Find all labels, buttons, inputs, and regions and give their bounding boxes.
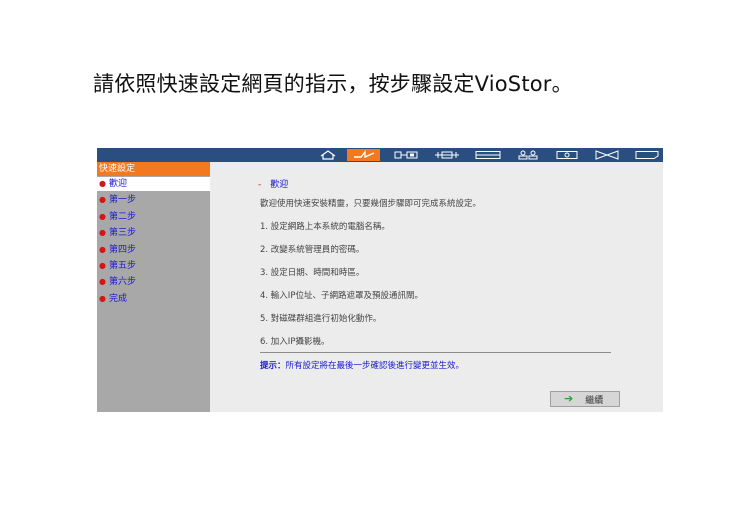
step-line: 5. 對磁碟群組進行初始化動作。 bbox=[260, 314, 382, 324]
tip-text: 提示：所有設定將在最後一步確認後進行變更並生效。 bbox=[260, 359, 464, 371]
step-line: 1. 設定網路上本系統的電腦名稱。 bbox=[260, 222, 390, 232]
sidebar-item-step4[interactable]: ● 第四步 bbox=[97, 243, 210, 257]
sidebar-item-step1[interactable]: ● 第一步 bbox=[97, 193, 210, 207]
bullet-icon: ● bbox=[99, 245, 106, 254]
tip-label: 提示： bbox=[260, 361, 286, 371]
system-settings-icon[interactable] bbox=[392, 149, 422, 161]
bullet-icon: ● bbox=[99, 261, 106, 270]
dash-icon: - bbox=[258, 180, 262, 190]
network-icon[interactable] bbox=[432, 149, 462, 161]
instruction-text: 請依照快速設定網頁的指示，按步驟設定VioStor。 bbox=[93, 72, 573, 96]
bullet-icon: ● bbox=[99, 212, 106, 221]
next-button[interactable]: ➔ 繼續 bbox=[550, 391, 620, 407]
sidebar-item-step5[interactable]: ● 第五步 bbox=[97, 259, 210, 273]
page-title: - 歡迎 bbox=[258, 180, 289, 190]
step-line: 3. 設定日期、時間和時區。 bbox=[260, 268, 365, 278]
step-line: 6. 加入IP攝影機。 bbox=[260, 337, 330, 347]
sidebar-item-welcome[interactable]: ● 歡迎 bbox=[97, 177, 210, 191]
bullet-icon: ● bbox=[99, 195, 106, 204]
viostor-admin-window: 快速設定 ● 歡迎 ● 第一步 ● 第二步 ● 第三步 ● 第四步 ● 第五步 ● 第六步 ●… bbox=[97, 148, 663, 412]
next-label: 繼續 bbox=[585, 395, 604, 406]
sidebar-title: 快速設定 bbox=[97, 162, 210, 176]
sidebar-item-step6[interactable]: ● 第六步 bbox=[97, 275, 210, 289]
system-tools-icon[interactable] bbox=[592, 149, 622, 161]
home-icon[interactable] bbox=[317, 149, 339, 161]
quick-config-sidebar: 快速設定 ● 歡迎 ● 第一步 ● 第二步 ● 第三步 ● 第四步 ● 第五步 ● 第六步 ●… bbox=[97, 162, 210, 412]
sidebar-item-step2[interactable]: ● 第二步 bbox=[97, 210, 210, 224]
bullet-icon: ● bbox=[99, 277, 106, 286]
user-management-icon[interactable] bbox=[513, 149, 543, 161]
sidebar-item-finish[interactable]: ● 完成 bbox=[97, 292, 210, 306]
arrow-right-icon: ➔ bbox=[564, 392, 574, 405]
step-line: 4. 輸入IP位址、子網路遮罩及預設通訊閘。 bbox=[260, 291, 423, 301]
device-config-icon[interactable] bbox=[473, 149, 503, 161]
camera-settings-icon[interactable] bbox=[552, 149, 582, 161]
step-line: 2. 改變系統管理員的密碼。 bbox=[260, 245, 365, 255]
top-toolbar bbox=[97, 148, 663, 162]
sidebar-item-step3[interactable]: ● 第三步 bbox=[97, 226, 210, 240]
quick-config-icon[interactable] bbox=[347, 149, 380, 161]
logs-icon[interactable] bbox=[632, 149, 662, 161]
tip-body: 所有設定將在最後一步確認後進行變更並生效。 bbox=[285, 361, 465, 371]
bullet-icon: ● bbox=[99, 228, 106, 237]
intro-text: 歡迎使用快速安裝精靈，只要幾個步驟即可完成系統設定。 bbox=[260, 199, 482, 209]
bullet-icon: ● bbox=[99, 294, 106, 303]
main-content: - 歡迎 歡迎使用快速安裝精靈，只要幾個步驟即可完成系統設定。 1. 設定網路上本… bbox=[210, 162, 663, 412]
divider bbox=[260, 352, 611, 353]
bullet-icon: ● bbox=[99, 179, 106, 188]
